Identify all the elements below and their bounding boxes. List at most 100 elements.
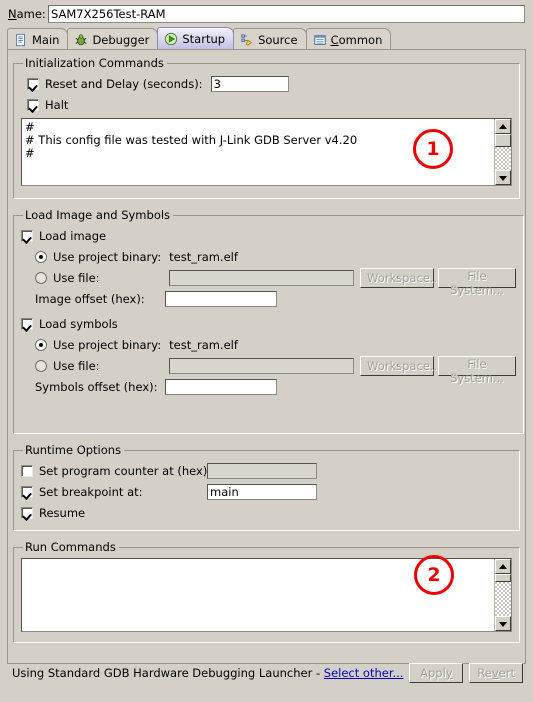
tab-source-label: Source [258, 32, 298, 47]
apply-label-mnemonic: y [445, 666, 453, 680]
tab-common-label: Common [330, 32, 383, 47]
initialization-commands-editor [21, 118, 512, 186]
symbols-project-binary-value: test_ram.elf [169, 338, 238, 352]
scroll-down-button[interactable] [495, 170, 511, 185]
image-offset-input[interactable] [165, 291, 277, 307]
scrollbar-thumb[interactable] [495, 134, 511, 147]
resume-row: Resume [21, 503, 512, 523]
scrollbar-thumb[interactable] [495, 574, 511, 582]
set-breakpoint-checkbox[interactable] [21, 486, 33, 498]
scroll-up-button[interactable] [495, 559, 511, 574]
symbols-use-project-binary-label: Use project binary: [53, 338, 162, 352]
halt-row: Halt [27, 95, 512, 115]
run-commands-scrollbar[interactable] [494, 559, 511, 631]
symbols-offset-label: Symbols offset (hex): [35, 380, 158, 394]
revert-label-prefix: Re [477, 666, 492, 680]
scroll-down-button[interactable] [495, 616, 511, 631]
load-image-checkbox[interactable] [21, 230, 33, 242]
revert-button[interactable]: Revert [469, 663, 523, 683]
select-other-link[interactable]: Select other... [324, 666, 404, 680]
revert-label-mnemonic: v [491, 666, 499, 680]
source-lookup-icon [241, 33, 253, 46]
tab-debugger[interactable]: Debugger [67, 28, 159, 49]
symbols-file-system-button[interactable]: File System... [438, 356, 516, 385]
configuration-name-input[interactable] [48, 5, 525, 23]
image-offset-label: Image offset (hex): [35, 292, 145, 306]
image-project-binary-value: test_ram.elf [169, 250, 238, 264]
halt-label: Halt [45, 98, 69, 112]
load-image-label: Load image [39, 229, 107, 243]
load-symbols-row: Load symbols [21, 314, 516, 334]
revert-label-suffix: ert [498, 666, 515, 680]
tab-common-mnemonic: C [330, 32, 339, 47]
common-list-icon [313, 34, 326, 45]
set-breakpoint-label: Set breakpoint at: [39, 485, 143, 499]
image-file-system-button[interactable]: File System... [438, 268, 516, 297]
symbols-use-file-label: Use file: [53, 359, 100, 373]
symbols-use-project-binary-radio[interactable] [35, 339, 47, 351]
group-runtime-options: Runtime Options Set program counter at (… [13, 443, 520, 531]
load-symbols-checkbox[interactable] [21, 318, 33, 330]
scrollbar-track[interactable] [495, 582, 511, 616]
halt-checkbox[interactable] [27, 99, 39, 111]
launcher-status-text: Using Standard GDB Hardware Debugging La… [12, 666, 403, 680]
symbols-use-file-row: Use file: Workspace... File System... [35, 356, 516, 385]
tab-debugger-label: Debugger [92, 32, 150, 47]
load-image-row: Load image [21, 226, 516, 246]
name-label-rest: ame: [16, 7, 46, 21]
name-row: Name: [0, 0, 533, 27]
tab-common[interactable]: Common [305, 28, 392, 49]
tab-main-label: Main [32, 32, 60, 47]
group-load-image-and-symbols: Load Image and Symbols Load image Use pr… [13, 208, 524, 434]
image-workspace-button[interactable]: Workspace... [360, 268, 441, 288]
group-initialization-commands: Initialization Commands Reset and Delay … [13, 56, 520, 199]
tab-startup[interactable]: Startup [157, 27, 235, 49]
set-program-counter-checkbox[interactable] [21, 465, 33, 477]
tab-startup-label: Startup [182, 32, 226, 46]
apply-button[interactable]: Apply [409, 663, 464, 683]
tab-bar: Main Debugger Startup Source Common [7, 27, 526, 49]
initialization-commands-textarea[interactable] [22, 119, 494, 185]
name-label: Name: [8, 7, 48, 21]
symbols-use-file-radio[interactable] [35, 360, 47, 372]
tab-main[interactable]: Main [7, 28, 69, 49]
reset-and-delay-row: Reset and Delay (seconds): [27, 74, 512, 94]
reset-delay-seconds-input[interactable] [210, 76, 289, 92]
image-offset-row: Image offset (hex): [35, 289, 516, 309]
set-breakpoint-input[interactable] [207, 484, 317, 500]
image-use-file-radio[interactable] [35, 272, 47, 284]
tab-source[interactable]: Source [233, 28, 307, 49]
group-run-commands-legend: Run Commands [25, 540, 116, 554]
name-label-mnemonic: N [8, 7, 17, 21]
group-runtime-options-legend: Runtime Options [25, 443, 122, 457]
symbols-use-project-binary-row: Use project binary: test_ram.elf [35, 335, 516, 355]
scrollbar-track[interactable] [495, 147, 511, 170]
resume-label: Resume [39, 506, 86, 520]
run-commands-editor [21, 558, 512, 632]
symbols-offset-input[interactable] [165, 379, 277, 395]
symbols-workspace-button[interactable]: Workspace... [360, 356, 441, 376]
set-program-counter-input[interactable] [207, 463, 317, 479]
bug-icon [75, 33, 87, 45]
scroll-up-button[interactable] [495, 119, 511, 134]
load-symbols-label: Load symbols [39, 317, 118, 331]
set-breakpoint-row: Set breakpoint at: [21, 482, 512, 502]
set-program-counter-label: Set program counter at (hex): [39, 464, 212, 478]
run-arrow-icon [165, 32, 178, 46]
run-commands-textarea[interactable] [22, 559, 494, 631]
launcher-status-prefix: Using Standard GDB Hardware Debugging La… [12, 666, 324, 680]
group-initialization-commands-legend: Initialization Commands [25, 56, 164, 70]
initialization-commands-scrollbar[interactable] [494, 119, 511, 185]
image-use-file-row: Use file: Workspace... File System... [35, 268, 516, 297]
apply-label-prefix: Appl [420, 666, 446, 680]
image-use-file-label: Use file: [53, 271, 100, 285]
reset-and-delay-checkbox[interactable] [27, 78, 39, 90]
resume-checkbox[interactable] [21, 507, 33, 519]
image-use-project-binary-radio[interactable] [35, 251, 47, 263]
image-use-project-binary-row: Use project binary: test_ram.elf [35, 247, 516, 267]
set-program-counter-row: Set program counter at (hex): [21, 461, 512, 481]
image-use-file-input[interactable] [169, 270, 354, 286]
startup-tab-panel: Initialization Commands Reset and Delay … [7, 49, 526, 664]
symbols-use-file-input[interactable] [169, 358, 354, 374]
image-use-project-binary-label: Use project binary: [53, 250, 162, 264]
